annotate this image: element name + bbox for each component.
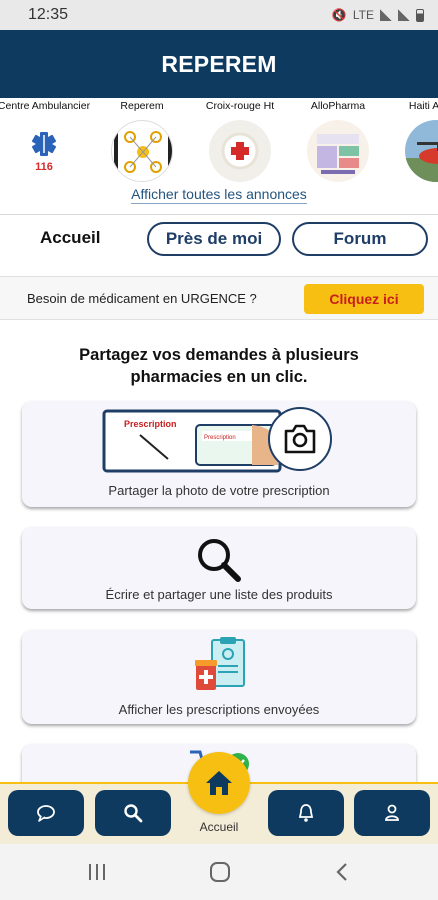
system-navigation-bar (0, 844, 438, 900)
announcement-label: Reperem (120, 100, 164, 112)
status-icons: 🔇 LTE (332, 8, 424, 22)
back-icon[interactable] (334, 862, 350, 882)
page-headline: Partagez vos demandes à plusieurs pharma… (0, 344, 438, 388)
app-title: REPEREM (161, 50, 277, 77)
signal-icon-2 (398, 9, 410, 21)
announcement-label: Haiti Air Am (408, 100, 438, 112)
mute-icon: 🔇 (331, 8, 347, 22)
tab-home[interactable]: Accueil (40, 228, 100, 248)
home-system-icon[interactable] (209, 861, 231, 883)
prescription-photo-illustration: Prescription Prescription (102, 405, 338, 475)
write-product-list-card[interactable]: Écrire et partager une liste des produit… (22, 527, 416, 609)
prescription-phone-text: Prescription (204, 435, 236, 441)
card-label: Écrire et partager une liste des produit… (105, 587, 333, 602)
prescriptions-icon (195, 637, 245, 690)
sent-prescriptions-card[interactable]: Afficher les prescriptions envoyées (22, 630, 416, 724)
urgent-click-button[interactable]: Cliquez ici (304, 284, 424, 314)
network-label: LTE (352, 8, 374, 22)
urgent-button-label: Cliquez ici (329, 291, 399, 307)
recent-apps-icon[interactable] (86, 862, 108, 882)
home-icon (206, 771, 232, 795)
battery-icon (416, 8, 424, 22)
show-all-label: Afficher toutes les annonces (131, 186, 307, 204)
urgent-banner: Besoin de médicament en URGENCE ? Clique… (0, 276, 438, 320)
status-time: 12:35 (28, 6, 69, 23)
tab-forum-label: Forum (333, 229, 387, 248)
announcement-label: Centre Ambulancier (0, 100, 91, 112)
tab-near-me-label: Près de moi (165, 229, 263, 248)
ambulance-logo: 116 (13, 120, 75, 182)
search-icon (198, 539, 241, 582)
card-label: Partager la photo de votre prescription (108, 483, 330, 498)
tab-forum[interactable]: Forum (292, 222, 428, 256)
urgent-text: Besoin de médicament en URGENCE ? (27, 291, 257, 306)
status-bar: 12:35 🔇 LTE (0, 0, 438, 30)
announcement-label: Croix-rouge Ht (205, 100, 275, 112)
share-prescription-photo-card[interactable]: Prescription Prescription Partager la ph… (22, 401, 416, 507)
announcement-label: AlloPharma (310, 100, 366, 112)
app-bar: REPEREM (0, 30, 438, 98)
ambulance-badge: 116 (35, 161, 53, 173)
card-label: Afficher les prescriptions envoyées (118, 702, 320, 717)
divider (0, 214, 438, 215)
air-ambulance-thumb (405, 120, 438, 182)
announcement-item-haiti-air[interactable]: Haiti Air Am (386, 98, 438, 182)
announcement-item-croix-rouge[interactable]: Croix-rouge Ht (190, 98, 290, 182)
camera-icon (284, 424, 316, 454)
headline-line-1: Partagez vos demandes à plusieurs (79, 346, 359, 364)
announcement-item-allopharma[interactable]: AlloPharma (288, 98, 388, 182)
nav-home-label: Accueil (199, 820, 239, 834)
signal-icon (380, 9, 392, 21)
tab-near-me[interactable]: Près de moi (147, 222, 281, 256)
nav-home-button[interactable] (188, 752, 250, 814)
red-cross-logo (209, 120, 271, 182)
show-all-announcements-link[interactable]: Afficher toutes les annonces (0, 186, 438, 204)
headline-line-2: pharmacies en un clic. (130, 368, 308, 386)
reperem-diagram-thumb (111, 120, 173, 182)
announcement-item-reperem[interactable]: Reperem (92, 98, 192, 182)
prescription-paper-text: Prescription (124, 419, 177, 429)
allopharma-thumb (307, 120, 369, 182)
announcement-item-ambulance[interactable]: Centre Ambulancier 116 (0, 98, 94, 182)
